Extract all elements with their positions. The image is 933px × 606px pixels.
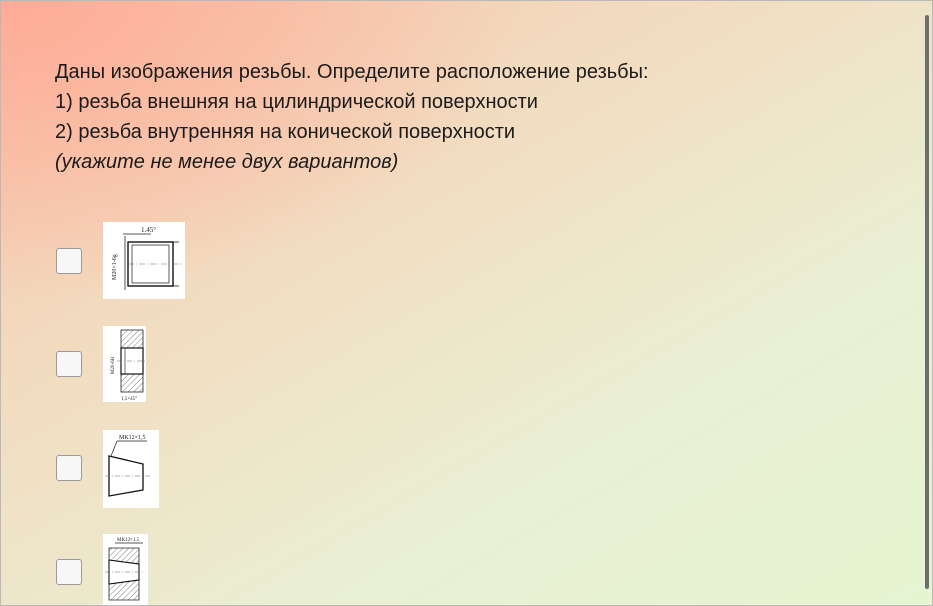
option-3-thread-label: MK12×1,5 (119, 435, 146, 441)
option-2-thread-label: M20-6H (111, 356, 116, 374)
question-line-3: 2) резьба внутренняя на конической повер… (55, 121, 516, 143)
option-4-thread-label: MK12×1,5 (117, 538, 140, 543)
question-text: Даны изображения резьбы. Определите расп… (55, 57, 875, 177)
option-3-checkbox[interactable] (56, 455, 82, 481)
option-1-thread-drawing[interactable]: 1.45° M20×1-6g (103, 222, 185, 299)
question-panel: Даны изображения резьбы. Определите расп… (0, 0, 933, 606)
option-2-checkbox[interactable] (56, 351, 82, 377)
option-2-chamfer-label: 1,5×45° (121, 397, 137, 402)
option-1-checkbox[interactable] (56, 248, 82, 274)
option-2-thread-drawing[interactable]: M20-6H 1,5×45° (103, 326, 146, 402)
question-note: (укажите не менее двух вариантов) (55, 151, 399, 173)
question-line-1: Даны изображения резьбы. Определите расп… (55, 61, 649, 83)
option-4-thread-drawing[interactable]: MK12×1,5 (103, 534, 148, 605)
question-line-2: 1) резьба внешняя на цилиндрической пове… (55, 91, 538, 113)
option-4-checkbox[interactable] (56, 559, 82, 585)
vertical-scrollbar[interactable] (925, 15, 929, 589)
option-1-thread-label: M20×1-6g (112, 254, 118, 280)
option-1-chamfer-label: 1.45° (141, 226, 156, 234)
option-3-thread-drawing[interactable]: MK12×1,5 (103, 430, 159, 508)
